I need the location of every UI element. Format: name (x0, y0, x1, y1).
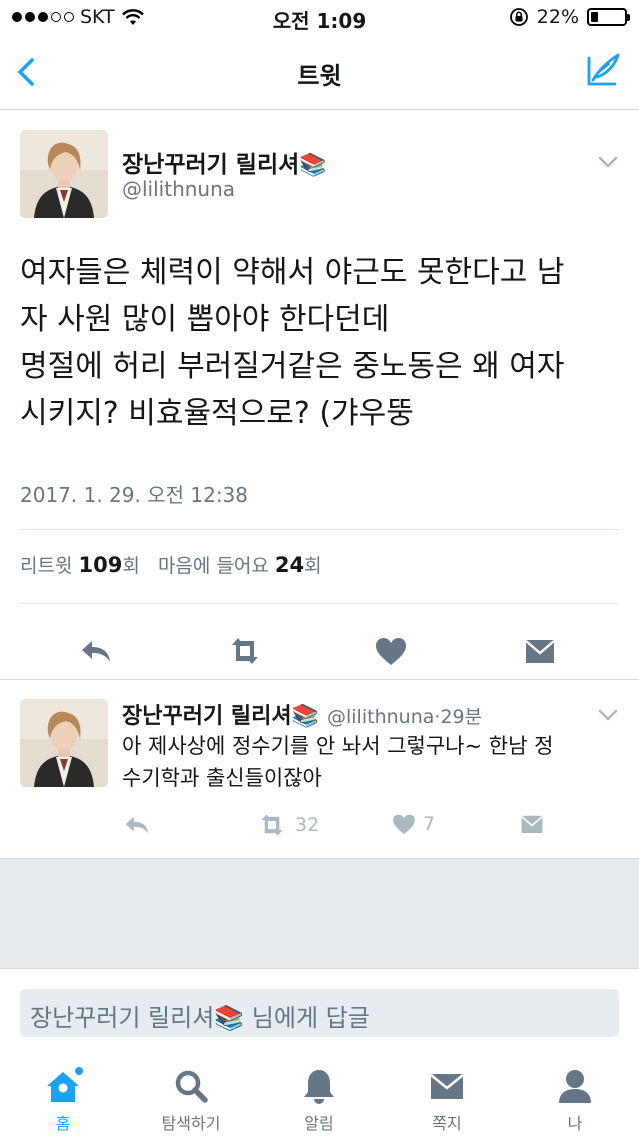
bell-icon (304, 1070, 334, 1104)
reply-tweet[interactable]: 장난꾸러기 릴리셔📚 @lilithnuna·29분 아 제사상에 정수기를 안 … (0, 680, 639, 858)
retweet-count: 109 (78, 553, 123, 577)
like-stat-label: 마음에 들어요 (157, 555, 269, 577)
likes-stat[interactable]: 마음에 들어요 24회 (157, 553, 322, 577)
tab-label: 나 (567, 1114, 583, 1133)
author-name-text: 장난꾸러기 릴리셔 (122, 152, 300, 178)
like-button[interactable] (373, 635, 409, 667)
engagement-stats: 리트윗 109회 마음에 들어요 24회 (20, 551, 322, 578)
status-bar: SKT 오전 1:09 22% (0, 0, 639, 36)
retweet-button[interactable] (225, 635, 265, 667)
reply-meta: @lilithnuna·29분 (327, 706, 482, 728)
retweets-stat[interactable]: 리트윗 109회 (20, 553, 140, 577)
reply-author-name: 장난꾸러기 릴리셔 (122, 704, 292, 729)
avatar[interactable] (20, 130, 108, 218)
empty-area (0, 858, 639, 968)
retweet-icon (261, 814, 283, 836)
reply-icon (125, 816, 149, 834)
tweet-text: 여자들은 체력이 약해서 야근도 못한다고 남 자 사원 많이 뽑아야 한다던데… (20, 255, 565, 431)
tweet-timestamp[interactable]: 2017. 1. 29. 오전 12:38 (20, 479, 248, 508)
home-icon (47, 1067, 83, 1102)
reply-text: 아 제사상에 정수기를 안 놔서 그렇구나~ 한남 정 수기학과 출신들이잖아 (122, 734, 554, 790)
tab-label: 쪽지 (432, 1114, 462, 1133)
avatar[interactable] (20, 699, 108, 787)
tab-messages[interactable]: 쪽지 (397, 1066, 497, 1134)
tab-notifications[interactable]: 알림 (269, 1066, 369, 1134)
tab-bar: 홈 탐색하기 알림 쪽지 나 (0, 1052, 639, 1138)
reply-reply-button[interactable] (122, 812, 152, 838)
reply-time-ago: 29분 (440, 706, 483, 728)
books-emoji: 📚 (291, 704, 319, 729)
direct-message-button[interactable] (522, 635, 558, 667)
reply-retweet-count: 32 (295, 814, 320, 836)
reply-button[interactable] (78, 635, 114, 667)
orientation-lock-icon (509, 8, 528, 26)
page-title: 트윗 (297, 62, 342, 90)
tab-label: 알림 (304, 1114, 334, 1133)
compose-tweet-button[interactable] (583, 50, 623, 90)
reply-composer: 장난꾸러기 릴리셔📚 님에게 답글 (0, 968, 639, 1052)
tab-search[interactable]: 탐색하기 (141, 1066, 241, 1134)
envelope-icon (520, 815, 544, 833)
tab-home[interactable]: 홈 (13, 1066, 113, 1134)
reply-dm-button[interactable] (518, 812, 546, 836)
status-right: 22% (509, 6, 630, 28)
reply-like-count: 7 (423, 813, 436, 835)
like-count: 24 (274, 553, 305, 577)
reply-author-header[interactable]: 장난꾸러기 릴리셔📚 @lilithnuna·29분 (122, 698, 482, 730)
tweet-actions (0, 621, 639, 679)
like-count-unit: 회 (304, 555, 322, 577)
battery-icon (587, 8, 630, 26)
heart-icon (393, 814, 415, 835)
author-name[interactable]: 장난꾸러기 릴리셔📚 (122, 145, 327, 179)
more-options-button[interactable] (597, 708, 619, 722)
reply-retweet-button[interactable]: 32 (255, 812, 319, 838)
navigation-bar: 트윗 (0, 36, 639, 110)
battery-percent: 22% (536, 6, 579, 28)
profile-icon (559, 1070, 591, 1103)
battery-fill (591, 12, 599, 22)
search-icon (175, 1070, 208, 1103)
retweet-count-unit: 회 (122, 555, 140, 577)
books-emoji: 📚 (299, 153, 327, 178)
more-options-button[interactable] (597, 155, 619, 169)
divider (20, 529, 619, 530)
reply-input[interactable]: 장난꾸러기 릴리셔📚 님에게 답글 (20, 989, 619, 1037)
retweet-stat-label: 리트윗 (20, 555, 73, 577)
reply-handle: @lilithnuna (327, 706, 435, 728)
reply-like-button[interactable]: 7 (391, 812, 435, 836)
author-handle[interactable]: @lilithnuna (122, 177, 235, 201)
tab-profile[interactable]: 나 (525, 1066, 625, 1134)
reply-actions: 32 7 (0, 806, 639, 846)
envelope-icon (430, 1073, 464, 1099)
divider (20, 603, 619, 604)
tab-label: 홈 (55, 1114, 71, 1133)
tab-label: 탐색하기 (161, 1114, 221, 1133)
